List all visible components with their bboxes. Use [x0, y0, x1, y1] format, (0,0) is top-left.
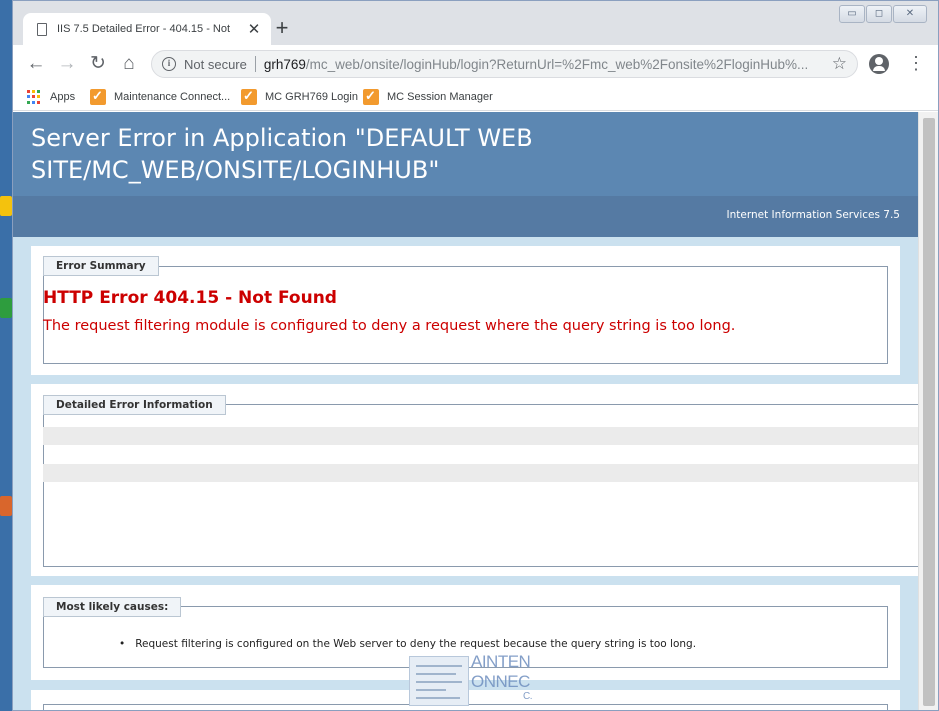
error-summary-legend: Error Summary — [43, 256, 159, 276]
home-button[interactable]: ⌂ — [116, 51, 142, 77]
site-info-icon[interactable]: i — [162, 57, 176, 71]
tab-title: IIS 7.5 Detailed Error - 404.15 - Not — [57, 23, 231, 35]
page-viewport: Server Error in Application "DEFAULT WEB… — [13, 112, 938, 710]
page-document-icon — [37, 22, 47, 36]
bookmark-label: MC GRH769 Login — [265, 91, 358, 103]
address-divider — [254, 56, 256, 72]
bookmark-label: Apps — [50, 91, 76, 103]
back-button[interactable]: ← — [23, 51, 49, 77]
address-bar[interactable]: i Not secure grh769/mc_web/onsite/loginH… — [151, 50, 858, 78]
desktop-shortcut-icon[interactable] — [0, 298, 12, 318]
url-text[interactable]: grh769/mc_web/onsite/loginHub/login?Retu… — [264, 57, 824, 72]
bookmark-mc-grh769-login[interactable]: MC GRH769 Login — [241, 88, 358, 106]
bookmark-maintenance-connect[interactable]: Maintenance Connect... — [90, 88, 230, 106]
page-scrollbar[interactable] — [918, 112, 938, 710]
forward-button[interactable]: → — [54, 51, 80, 77]
checkmark-favicon-icon — [363, 88, 379, 105]
watermark-document-icon — [409, 656, 469, 706]
browser-toolbar: ← → ↻ ⌂ i Not secure grh769/mc_web/onsit… — [13, 45, 938, 83]
close-window-button[interactable]: ✕ — [893, 5, 927, 23]
error-summary-fieldset — [43, 266, 888, 364]
apps-grid-icon — [27, 90, 41, 104]
desktop-shortcut-icon[interactable] — [0, 196, 12, 216]
browser-window: IIS 7.5 Detailed Error - 404.15 - Not ✕ … — [12, 0, 939, 711]
desktop-shortcut-icon[interactable] — [0, 496, 12, 516]
reload-button[interactable]: ↻ — [85, 51, 111, 77]
page-title: Server Error in Application "DEFAULT WEB… — [31, 124, 533, 184]
bookmark-star-icon[interactable]: ☆ — [832, 54, 847, 74]
maximize-button[interactable]: ◻ — [866, 5, 892, 23]
url-host: grh769 — [263, 56, 306, 72]
server-version-label: Internet Information Services 7.5 — [726, 209, 900, 221]
scrollbar-thumb[interactable] — [923, 118, 935, 706]
bookmarks-bar: Apps Maintenance Connect... MC GRH769 Lo… — [13, 83, 938, 111]
watermark-line: C. — [523, 691, 533, 702]
error-page-header: Server Error in Application "DEFAULT WEB… — [13, 112, 918, 196]
detail-row-placeholder — [43, 427, 918, 445]
bookmark-label: Maintenance Connect... — [114, 91, 231, 103]
checkmark-favicon-icon — [90, 88, 106, 105]
server-info-band: Internet Information Services 7.5 — [13, 196, 918, 237]
desktop-background-strip — [0, 0, 12, 711]
minimize-button[interactable]: ▭ — [839, 5, 865, 23]
tab-strip: IIS 7.5 Detailed Error - 404.15 - Not ✕ … — [13, 1, 938, 45]
causes-legend: Most likely causes: — [43, 597, 182, 617]
detailed-info-legend: Detailed Error Information — [43, 395, 226, 415]
url-path: /mc_web/onsite/loginHub/login?ReturnUrl=… — [305, 56, 809, 72]
watermark-line: ONNEC — [471, 672, 530, 691]
watermark-line: AINTEN — [471, 652, 531, 671]
bookmark-label: MC Session Manager — [387, 91, 493, 103]
bookmark-mc-session-manager[interactable]: MC Session Manager — [363, 88, 493, 106]
error-description: The request filtering module is configur… — [43, 318, 736, 334]
security-status-label[interactable]: Not secure — [184, 57, 247, 72]
watermark-text: AINTEN ONNEC C. — [471, 652, 533, 702]
tab-close-icon[interactable]: ✕ — [245, 20, 263, 38]
browser-menu-icon[interactable]: ⋮ — [907, 53, 925, 73]
checkmark-favicon-icon — [241, 88, 257, 105]
watermark-logo: AINTEN ONNEC C. — [409, 652, 539, 708]
bookmark-apps[interactable]: Apps — [27, 88, 75, 106]
account-icon[interactable] — [869, 54, 889, 74]
new-tab-button[interactable]: + — [271, 17, 293, 39]
detail-row-placeholder — [43, 464, 918, 482]
error-title: HTTP Error 404.15 - Not Found — [43, 288, 337, 308]
browser-tab[interactable]: IIS 7.5 Detailed Error - 404.15 - Not ✕ — [23, 13, 271, 45]
cause-list-item: Request filtering is configured on the W… — [119, 638, 696, 650]
